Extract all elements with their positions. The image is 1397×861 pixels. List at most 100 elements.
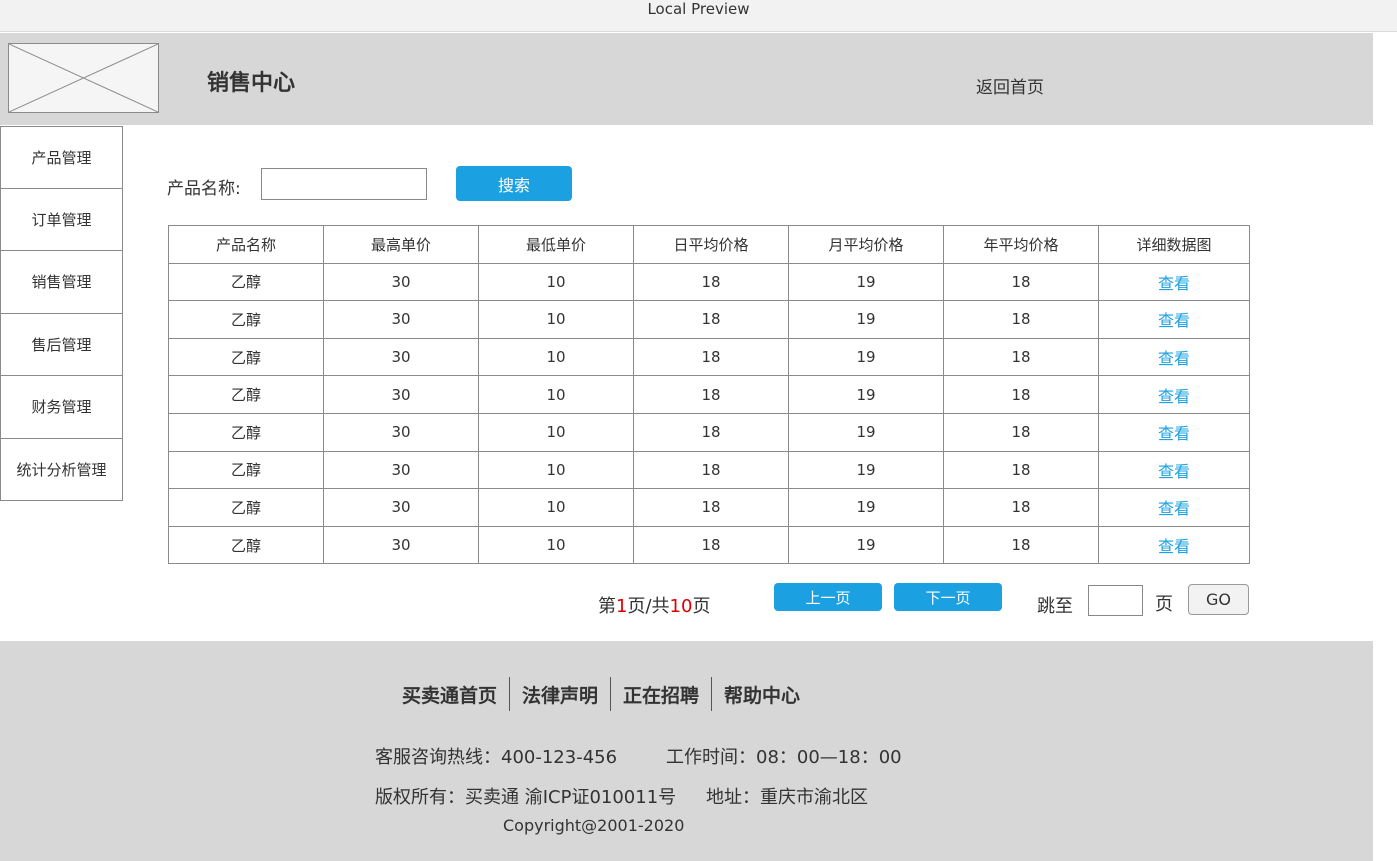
cell-detail-chart: 查看 xyxy=(1098,525,1250,565)
sidebar-item-after-sales[interactable]: 售后管理 xyxy=(0,313,123,376)
table-header-row: 产品名称 最高单价 最低单价 日平均价格 月平均价格 年平均价格 详细数据图 xyxy=(168,225,1250,264)
column-header-daily-avg: 日平均价格 xyxy=(633,225,789,264)
cell-product-name: 乙醇 xyxy=(168,375,324,414)
back-home-link[interactable]: 返回首页 xyxy=(976,73,1044,98)
sidebar-nav: 产品管理 订单管理 销售管理 售后管理 财务管理 统计分析管理 xyxy=(0,126,123,501)
cell-yearly-avg: 18 xyxy=(943,375,1099,414)
jump-page-input[interactable] xyxy=(1088,585,1143,616)
product-name-input[interactable] xyxy=(261,168,427,200)
column-header-yearly-avg: 年平均价格 xyxy=(943,225,1099,264)
cell-max-price: 30 xyxy=(323,375,479,414)
cell-product-name: 乙醇 xyxy=(168,300,324,339)
window-titlebar: Local Preview xyxy=(0,0,1397,32)
next-page-button[interactable]: 下一页 xyxy=(894,583,1002,611)
column-header-min-price: 最低单价 xyxy=(478,225,634,264)
cell-monthly-avg: 19 xyxy=(788,525,944,565)
search-button[interactable]: 搜索 xyxy=(456,166,572,201)
column-header-monthly-avg: 月平均价格 xyxy=(788,225,944,264)
cell-monthly-avg: 19 xyxy=(788,412,944,452)
table-row: 乙醇 30 10 18 19 18 查看 xyxy=(168,488,1250,527)
cell-daily-avg: 18 xyxy=(633,337,789,377)
go-button[interactable]: GO xyxy=(1188,584,1249,615)
view-detail-link[interactable]: 查看 xyxy=(1158,311,1190,330)
cell-monthly-avg: 19 xyxy=(788,300,944,339)
prev-page-button[interactable]: 上一页 xyxy=(774,583,882,611)
view-detail-link[interactable]: 查看 xyxy=(1158,387,1190,406)
page-unit-label: 页 xyxy=(1155,594,1173,615)
view-detail-link[interactable]: 查看 xyxy=(1158,274,1190,293)
cell-detail-chart: 查看 xyxy=(1098,337,1250,377)
product-name-label: 产品名称: xyxy=(167,179,241,199)
footer-link-home[interactable]: 买卖通首页 xyxy=(390,681,509,708)
cell-yearly-avg: 18 xyxy=(943,262,1099,302)
page-prefix: 第 xyxy=(598,596,616,617)
sidebar-item-order[interactable]: 订单管理 xyxy=(0,188,123,251)
cell-min-price: 10 xyxy=(478,337,634,377)
sidebar-item-sales[interactable]: 销售管理 xyxy=(0,251,123,314)
view-detail-link[interactable]: 查看 xyxy=(1158,537,1190,556)
cell-yearly-avg: 18 xyxy=(943,412,1099,452)
cell-min-price: 10 xyxy=(478,262,634,302)
cell-min-price: 10 xyxy=(478,450,634,490)
footer-hours: 工作时间：08：00—18：00 xyxy=(666,747,902,768)
cell-monthly-avg: 19 xyxy=(788,262,944,302)
site-header: 销售中心 返回首页 xyxy=(0,33,1373,125)
cell-daily-avg: 18 xyxy=(633,262,789,302)
sidebar-item-product[interactable]: 产品管理 xyxy=(0,126,123,189)
cell-detail-chart: 查看 xyxy=(1098,300,1250,339)
footer-copyright: Copyright@2001-2020 xyxy=(503,816,685,835)
site-title: 销售中心 xyxy=(207,71,296,96)
column-header-max-price: 最高单价 xyxy=(323,225,479,264)
cell-daily-avg: 18 xyxy=(633,488,789,527)
window-title: Local Preview xyxy=(647,0,750,18)
column-header-product-name: 产品名称 xyxy=(168,225,324,264)
cell-max-price: 30 xyxy=(323,412,479,452)
table-row: 乙醇 30 10 18 19 18 查看 xyxy=(168,337,1250,377)
site-footer: 买卖通首页 法律声明 正在招聘 帮助中心 客服咨询热线：400-123-456 … xyxy=(0,641,1373,861)
cell-detail-chart: 查看 xyxy=(1098,488,1250,527)
footer-link-jobs[interactable]: 正在招聘 xyxy=(611,681,711,708)
cell-daily-avg: 18 xyxy=(633,300,789,339)
page-middle: 页/共 xyxy=(627,596,670,617)
table-row: 乙醇 30 10 18 19 18 查看 xyxy=(168,450,1250,490)
cell-min-price: 10 xyxy=(478,488,634,527)
cell-monthly-avg: 19 xyxy=(788,375,944,414)
view-detail-link[interactable]: 查看 xyxy=(1158,349,1190,368)
cell-max-price: 30 xyxy=(323,450,479,490)
table-row: 乙醇 30 10 18 19 18 查看 xyxy=(168,300,1250,339)
cell-yearly-avg: 18 xyxy=(943,337,1099,377)
cell-monthly-avg: 19 xyxy=(788,488,944,527)
table-row: 乙醇 30 10 18 19 18 查看 xyxy=(168,375,1250,414)
footer-address: 地址：重庆市渝北区 xyxy=(706,787,868,808)
product-price-table: 产品名称 最高单价 最低单价 日平均价格 月平均价格 年平均价格 详细数据图 乙… xyxy=(168,225,1250,565)
cell-max-price: 30 xyxy=(323,337,479,377)
sidebar-item-finance[interactable]: 财务管理 xyxy=(0,376,123,439)
cell-product-name: 乙醇 xyxy=(168,262,324,302)
cell-min-price: 10 xyxy=(478,412,634,452)
cell-daily-avg: 18 xyxy=(633,412,789,452)
table-row: 乙醇 30 10 18 19 18 查看 xyxy=(168,262,1250,302)
view-detail-link[interactable]: 查看 xyxy=(1158,424,1190,443)
cell-min-price: 10 xyxy=(478,525,634,565)
footer-link-legal[interactable]: 法律声明 xyxy=(510,681,610,708)
view-detail-link[interactable]: 查看 xyxy=(1158,499,1190,518)
cell-yearly-avg: 18 xyxy=(943,488,1099,527)
cell-min-price: 10 xyxy=(478,375,634,414)
cell-max-price: 30 xyxy=(323,525,479,565)
cell-yearly-avg: 18 xyxy=(943,450,1099,490)
logo-placeholder-image xyxy=(8,43,159,113)
footer-link-help[interactable]: 帮助中心 xyxy=(712,681,812,708)
sidebar-item-statistics[interactable]: 统计分析管理 xyxy=(0,438,123,501)
table-row: 乙醇 30 10 18 19 18 查看 xyxy=(168,525,1250,565)
column-header-detail-chart: 详细数据图 xyxy=(1098,225,1250,264)
cell-daily-avg: 18 xyxy=(633,375,789,414)
cell-monthly-avg: 19 xyxy=(788,450,944,490)
footer-copyright-owner: 版权所有：买卖通 渝ICP证010011号 xyxy=(375,787,677,808)
jump-to-label: 跳至 xyxy=(1037,596,1073,617)
cell-detail-chart: 查看 xyxy=(1098,375,1250,414)
cell-daily-avg: 18 xyxy=(633,525,789,565)
cell-detail-chart: 查看 xyxy=(1098,450,1250,490)
page-suffix: 页 xyxy=(692,596,711,617)
footer-links: 买卖通首页 法律声明 正在招聘 帮助中心 xyxy=(390,677,812,711)
view-detail-link[interactable]: 查看 xyxy=(1158,462,1190,481)
